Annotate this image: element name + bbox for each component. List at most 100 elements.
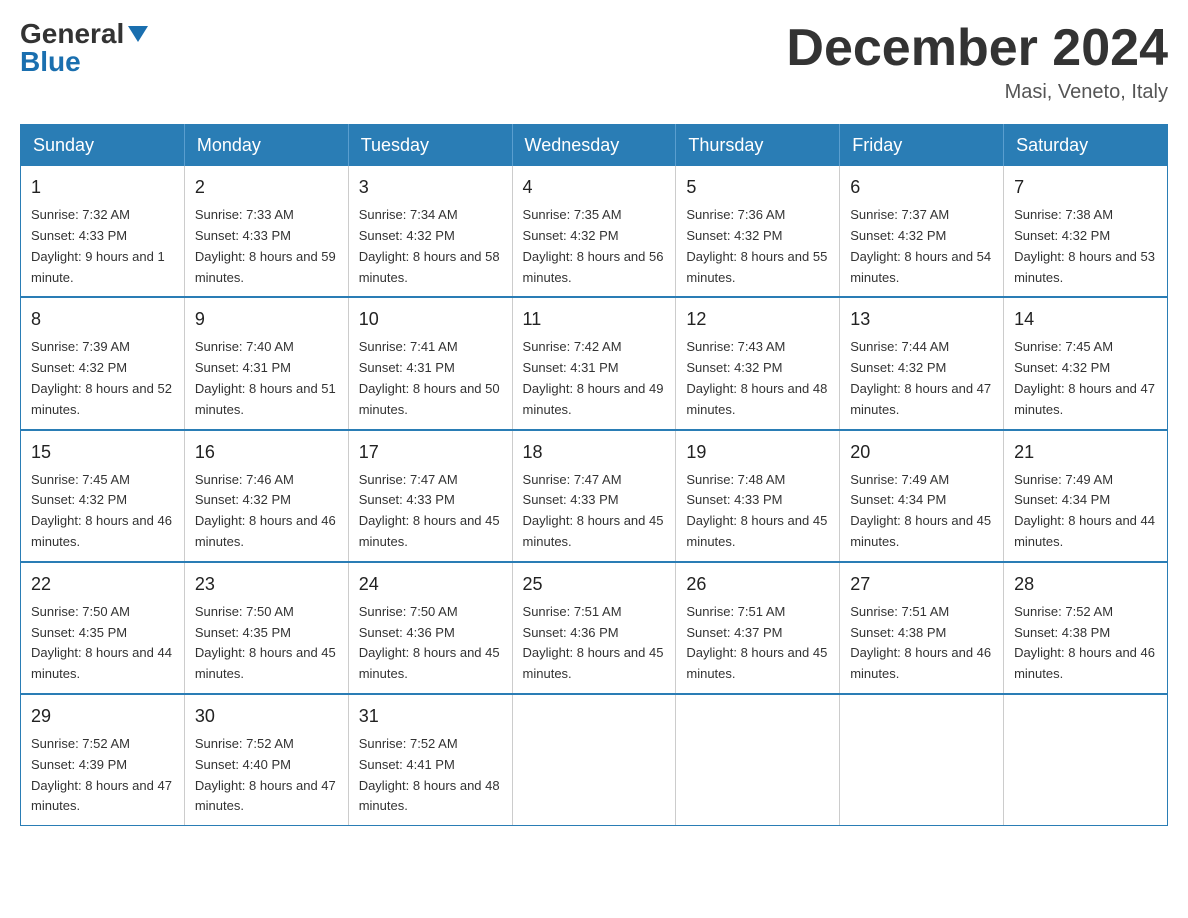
day-info: Sunrise: 7:51 AMSunset: 4:38 PMDaylight:… <box>850 604 991 681</box>
day-info: Sunrise: 7:47 AMSunset: 4:33 PMDaylight:… <box>359 472 500 549</box>
col-saturday: Saturday <box>1004 125 1168 167</box>
calendar-cell <box>840 694 1004 826</box>
day-info: Sunrise: 7:40 AMSunset: 4:31 PMDaylight:… <box>195 339 336 416</box>
day-info: Sunrise: 7:51 AMSunset: 4:37 PMDaylight:… <box>686 604 827 681</box>
calendar-cell: 18 Sunrise: 7:47 AMSunset: 4:33 PMDaylig… <box>512 430 676 562</box>
calendar-cell: 20 Sunrise: 7:49 AMSunset: 4:34 PMDaylig… <box>840 430 1004 562</box>
day-number: 19 <box>686 439 829 466</box>
day-info: Sunrise: 7:52 AMSunset: 4:38 PMDaylight:… <box>1014 604 1155 681</box>
calendar-cell: 31 Sunrise: 7:52 AMSunset: 4:41 PMDaylig… <box>348 694 512 826</box>
day-number: 7 <box>1014 174 1157 201</box>
day-number: 25 <box>523 571 666 598</box>
day-info: Sunrise: 7:33 AMSunset: 4:33 PMDaylight:… <box>195 207 336 284</box>
calendar-cell: 5 Sunrise: 7:36 AMSunset: 4:32 PMDayligh… <box>676 166 840 297</box>
day-info: Sunrise: 7:50 AMSunset: 4:35 PMDaylight:… <box>31 604 172 681</box>
col-tuesday: Tuesday <box>348 125 512 167</box>
day-number: 21 <box>1014 439 1157 466</box>
day-info: Sunrise: 7:50 AMSunset: 4:35 PMDaylight:… <box>195 604 336 681</box>
col-sunday: Sunday <box>21 125 185 167</box>
calendar-cell: 16 Sunrise: 7:46 AMSunset: 4:32 PMDaylig… <box>184 430 348 562</box>
day-info: Sunrise: 7:52 AMSunset: 4:40 PMDaylight:… <box>195 736 336 813</box>
day-number: 13 <box>850 306 993 333</box>
day-info: Sunrise: 7:43 AMSunset: 4:32 PMDaylight:… <box>686 339 827 416</box>
day-number: 16 <box>195 439 338 466</box>
calendar-cell: 10 Sunrise: 7:41 AMSunset: 4:31 PMDaylig… <box>348 297 512 429</box>
col-thursday: Thursday <box>676 125 840 167</box>
calendar-cell: 29 Sunrise: 7:52 AMSunset: 4:39 PMDaylig… <box>21 694 185 826</box>
calendar-cell: 7 Sunrise: 7:38 AMSunset: 4:32 PMDayligh… <box>1004 166 1168 297</box>
day-number: 30 <box>195 703 338 730</box>
calendar-week-3: 15 Sunrise: 7:45 AMSunset: 4:32 PMDaylig… <box>21 430 1168 562</box>
logo: General Blue <box>20 20 148 76</box>
day-number: 12 <box>686 306 829 333</box>
day-number: 17 <box>359 439 502 466</box>
day-number: 29 <box>31 703 174 730</box>
day-info: Sunrise: 7:51 AMSunset: 4:36 PMDaylight:… <box>523 604 664 681</box>
day-number: 2 <box>195 174 338 201</box>
day-number: 6 <box>850 174 993 201</box>
day-number: 15 <box>31 439 174 466</box>
calendar-cell: 15 Sunrise: 7:45 AMSunset: 4:32 PMDaylig… <box>21 430 185 562</box>
day-number: 5 <box>686 174 829 201</box>
header-row: Sunday Monday Tuesday Wednesday Thursday… <box>21 125 1168 167</box>
day-number: 4 <box>523 174 666 201</box>
day-info: Sunrise: 7:34 AMSunset: 4:32 PMDaylight:… <box>359 207 500 284</box>
logo-triangle-icon <box>128 26 148 42</box>
day-number: 20 <box>850 439 993 466</box>
calendar-cell: 25 Sunrise: 7:51 AMSunset: 4:36 PMDaylig… <box>512 562 676 694</box>
calendar-cell: 30 Sunrise: 7:52 AMSunset: 4:40 PMDaylig… <box>184 694 348 826</box>
day-number: 26 <box>686 571 829 598</box>
day-info: Sunrise: 7:50 AMSunset: 4:36 PMDaylight:… <box>359 604 500 681</box>
day-number: 11 <box>523 306 666 333</box>
day-number: 1 <box>31 174 174 201</box>
day-info: Sunrise: 7:47 AMSunset: 4:33 PMDaylight:… <box>523 472 664 549</box>
day-number: 27 <box>850 571 993 598</box>
calendar-week-1: 1 Sunrise: 7:32 AMSunset: 4:33 PMDayligh… <box>21 166 1168 297</box>
day-info: Sunrise: 7:42 AMSunset: 4:31 PMDaylight:… <box>523 339 664 416</box>
calendar-week-5: 29 Sunrise: 7:52 AMSunset: 4:39 PMDaylig… <box>21 694 1168 826</box>
calendar-cell: 26 Sunrise: 7:51 AMSunset: 4:37 PMDaylig… <box>676 562 840 694</box>
col-monday: Monday <box>184 125 348 167</box>
calendar-week-4: 22 Sunrise: 7:50 AMSunset: 4:35 PMDaylig… <box>21 562 1168 694</box>
logo-general-text: General <box>20 20 124 48</box>
day-info: Sunrise: 7:52 AMSunset: 4:39 PMDaylight:… <box>31 736 172 813</box>
calendar-cell: 1 Sunrise: 7:32 AMSunset: 4:33 PMDayligh… <box>21 166 185 297</box>
day-number: 31 <box>359 703 502 730</box>
day-info: Sunrise: 7:49 AMSunset: 4:34 PMDaylight:… <box>850 472 991 549</box>
day-number: 18 <box>523 439 666 466</box>
calendar-cell: 24 Sunrise: 7:50 AMSunset: 4:36 PMDaylig… <box>348 562 512 694</box>
col-wednesday: Wednesday <box>512 125 676 167</box>
day-info: Sunrise: 7:44 AMSunset: 4:32 PMDaylight:… <box>850 339 991 416</box>
calendar-cell <box>676 694 840 826</box>
day-number: 9 <box>195 306 338 333</box>
day-number: 28 <box>1014 571 1157 598</box>
calendar-cell: 2 Sunrise: 7:33 AMSunset: 4:33 PMDayligh… <box>184 166 348 297</box>
calendar-cell: 6 Sunrise: 7:37 AMSunset: 4:32 PMDayligh… <box>840 166 1004 297</box>
logo-blue-text: Blue <box>20 48 81 76</box>
title-section: December 2024 Masi, Veneto, Italy <box>786 20 1168 104</box>
day-number: 8 <box>31 306 174 333</box>
calendar-cell: 11 Sunrise: 7:42 AMSunset: 4:31 PMDaylig… <box>512 297 676 429</box>
day-info: Sunrise: 7:52 AMSunset: 4:41 PMDaylight:… <box>359 736 500 813</box>
day-number: 3 <box>359 174 502 201</box>
day-info: Sunrise: 7:32 AMSunset: 4:33 PMDaylight:… <box>31 207 165 284</box>
calendar-cell: 14 Sunrise: 7:45 AMSunset: 4:32 PMDaylig… <box>1004 297 1168 429</box>
month-title: December 2024 <box>786 20 1168 77</box>
col-friday: Friday <box>840 125 1004 167</box>
calendar-cell: 19 Sunrise: 7:48 AMSunset: 4:33 PMDaylig… <box>676 430 840 562</box>
day-info: Sunrise: 7:39 AMSunset: 4:32 PMDaylight:… <box>31 339 172 416</box>
calendar-week-2: 8 Sunrise: 7:39 AMSunset: 4:32 PMDayligh… <box>21 297 1168 429</box>
calendar-cell: 9 Sunrise: 7:40 AMSunset: 4:31 PMDayligh… <box>184 297 348 429</box>
day-info: Sunrise: 7:35 AMSunset: 4:32 PMDaylight:… <box>523 207 664 284</box>
day-info: Sunrise: 7:38 AMSunset: 4:32 PMDaylight:… <box>1014 207 1155 284</box>
day-number: 14 <box>1014 306 1157 333</box>
day-info: Sunrise: 7:45 AMSunset: 4:32 PMDaylight:… <box>31 472 172 549</box>
calendar-cell: 21 Sunrise: 7:49 AMSunset: 4:34 PMDaylig… <box>1004 430 1168 562</box>
day-info: Sunrise: 7:49 AMSunset: 4:34 PMDaylight:… <box>1014 472 1155 549</box>
calendar-cell: 8 Sunrise: 7:39 AMSunset: 4:32 PMDayligh… <box>21 297 185 429</box>
day-info: Sunrise: 7:36 AMSunset: 4:32 PMDaylight:… <box>686 207 827 284</box>
calendar-cell <box>1004 694 1168 826</box>
day-info: Sunrise: 7:45 AMSunset: 4:32 PMDaylight:… <box>1014 339 1155 416</box>
day-info: Sunrise: 7:46 AMSunset: 4:32 PMDaylight:… <box>195 472 336 549</box>
calendar-cell: 23 Sunrise: 7:50 AMSunset: 4:35 PMDaylig… <box>184 562 348 694</box>
